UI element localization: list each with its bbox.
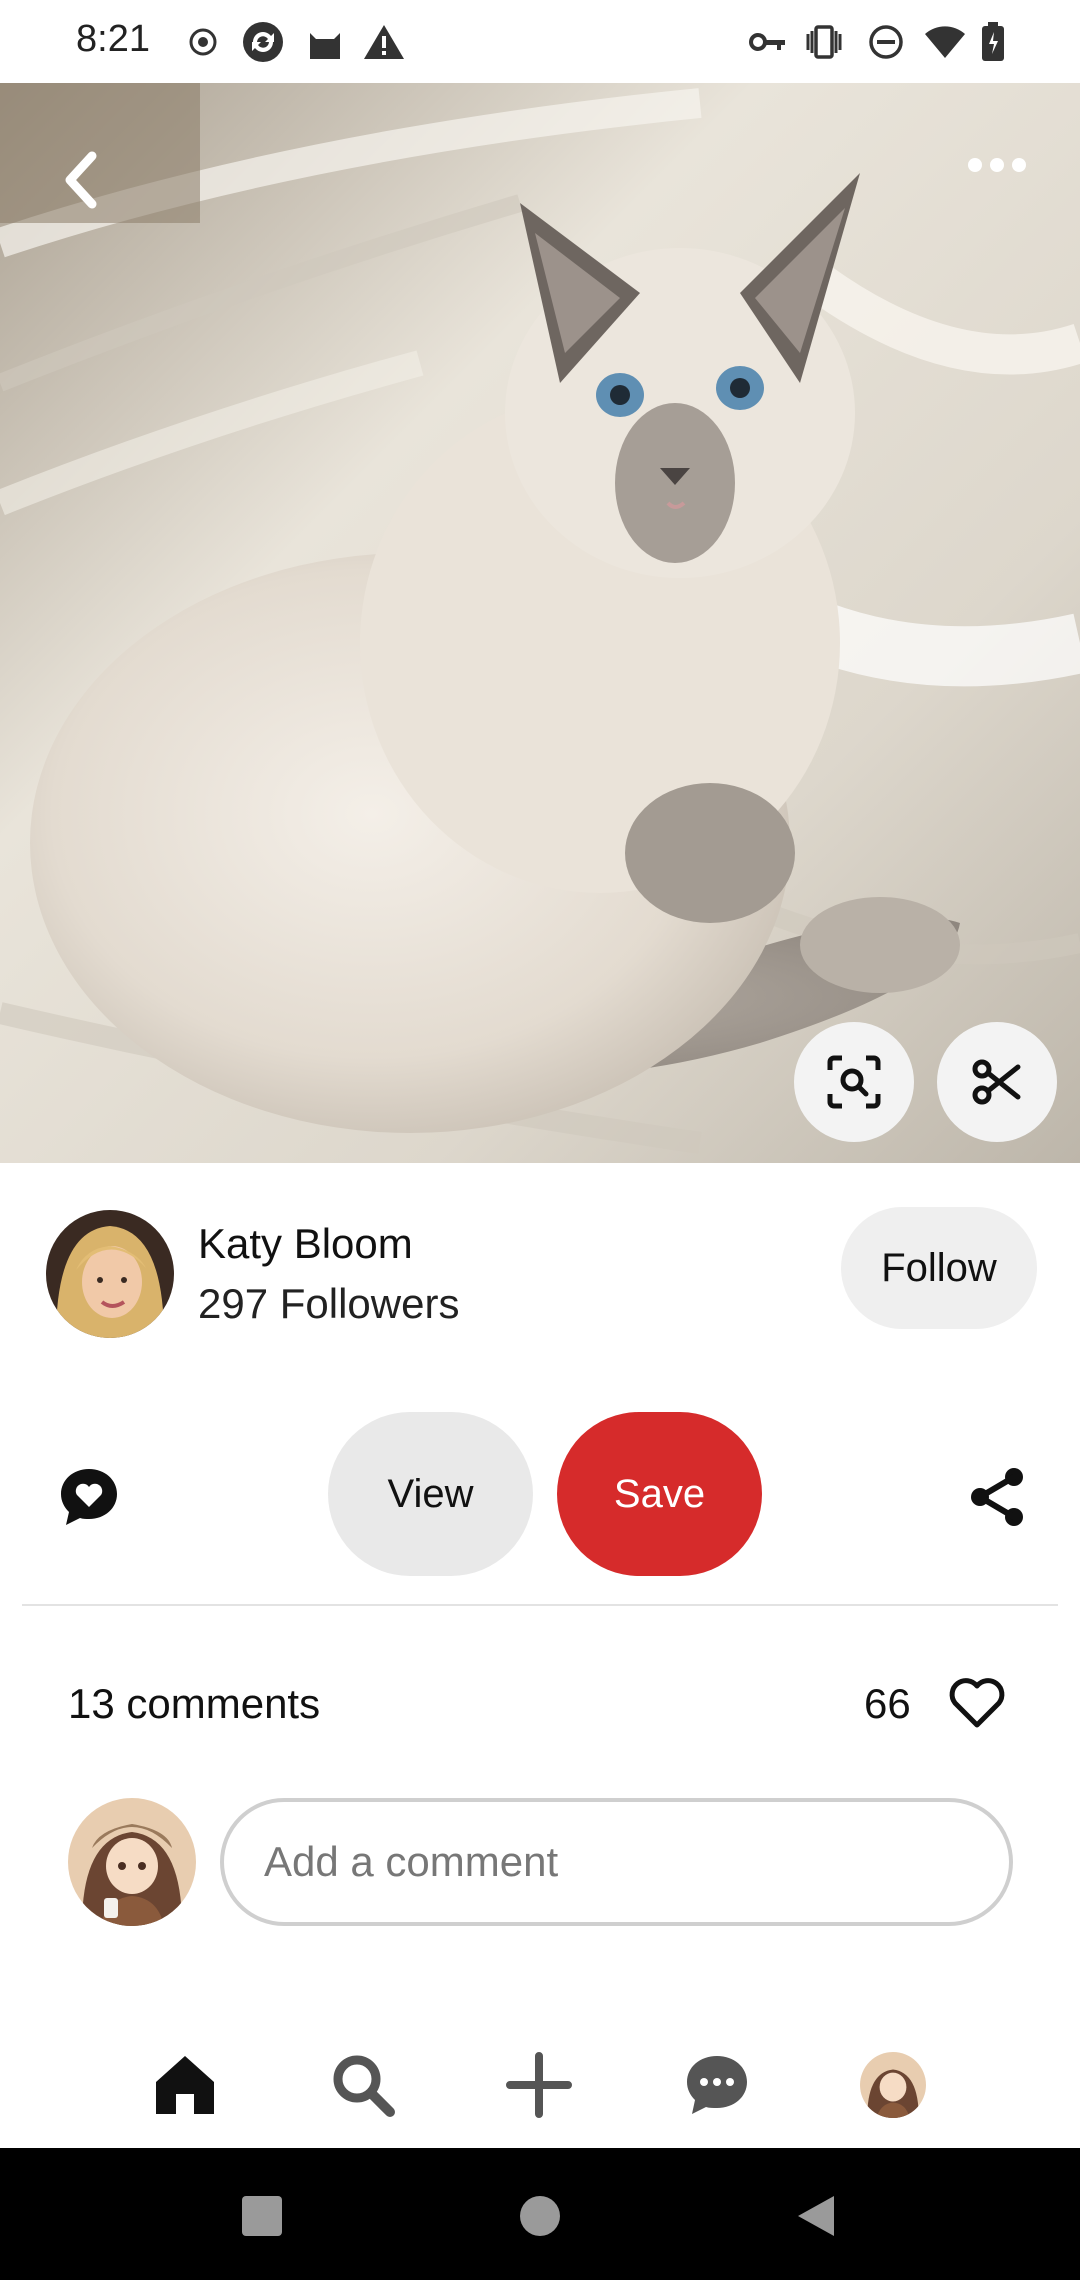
search-icon [333,2055,395,2117]
creator-followers: 297 Followers [198,1280,460,1327]
follow-button[interactable]: Follow [841,1207,1037,1329]
user-avatar [68,1798,196,1926]
tab-profile[interactable] [848,2040,938,2130]
home-nav-icon[interactable] [520,2196,560,2236]
cat-app-icon [305,20,345,64]
view-button[interactable]: View [328,1412,533,1576]
visual-search-icon [827,1055,881,1109]
comment-input[interactable] [220,1798,1013,1926]
likes-count: 66 [864,1680,911,1727]
system-nav-bar [0,2148,1080,2280]
comments-count[interactable]: 13 comments [68,1680,320,1728]
save-button[interactable]: Save [557,1412,762,1576]
visual-search-button[interactable] [794,1022,914,1142]
tab-messages[interactable] [672,2040,762,2130]
heart-icon[interactable] [944,1672,1010,1734]
home-icon [156,2056,214,2114]
back-nav-icon[interactable] [796,2194,836,2238]
divider [22,1604,1058,1606]
scissors-button[interactable] [937,1022,1057,1142]
vpn-key-icon [748,20,788,64]
tab-home[interactable] [140,2040,230,2130]
status-bar: 8:21 [0,0,1080,83]
recents-icon[interactable] [242,2196,282,2236]
pin-image[interactable] [0,83,1080,1163]
profile-avatar [860,2052,926,2118]
battery-icon [980,20,1006,64]
sync-icon [240,20,286,64]
wifi-icon [922,20,968,64]
chat-heart-icon[interactable] [54,1462,124,1532]
vibrate-icon [802,20,846,64]
tab-search[interactable] [318,2040,408,2130]
more-icon[interactable] [960,145,1034,185]
back-icon[interactable] [50,140,110,220]
creator-avatar[interactable] [46,1210,174,1338]
share-icon[interactable] [962,1462,1032,1532]
scissors-icon [972,1059,1021,1105]
record-icon [186,20,220,64]
tab-create[interactable] [494,2040,584,2130]
warning-icon [362,20,406,64]
do-not-disturb-icon [866,20,906,64]
creator-name[interactable]: Katy Bloom [198,1220,413,1268]
plus-icon [506,2052,572,2118]
status-time: 8:21 [76,18,150,60]
chat-icon [687,2056,747,2114]
